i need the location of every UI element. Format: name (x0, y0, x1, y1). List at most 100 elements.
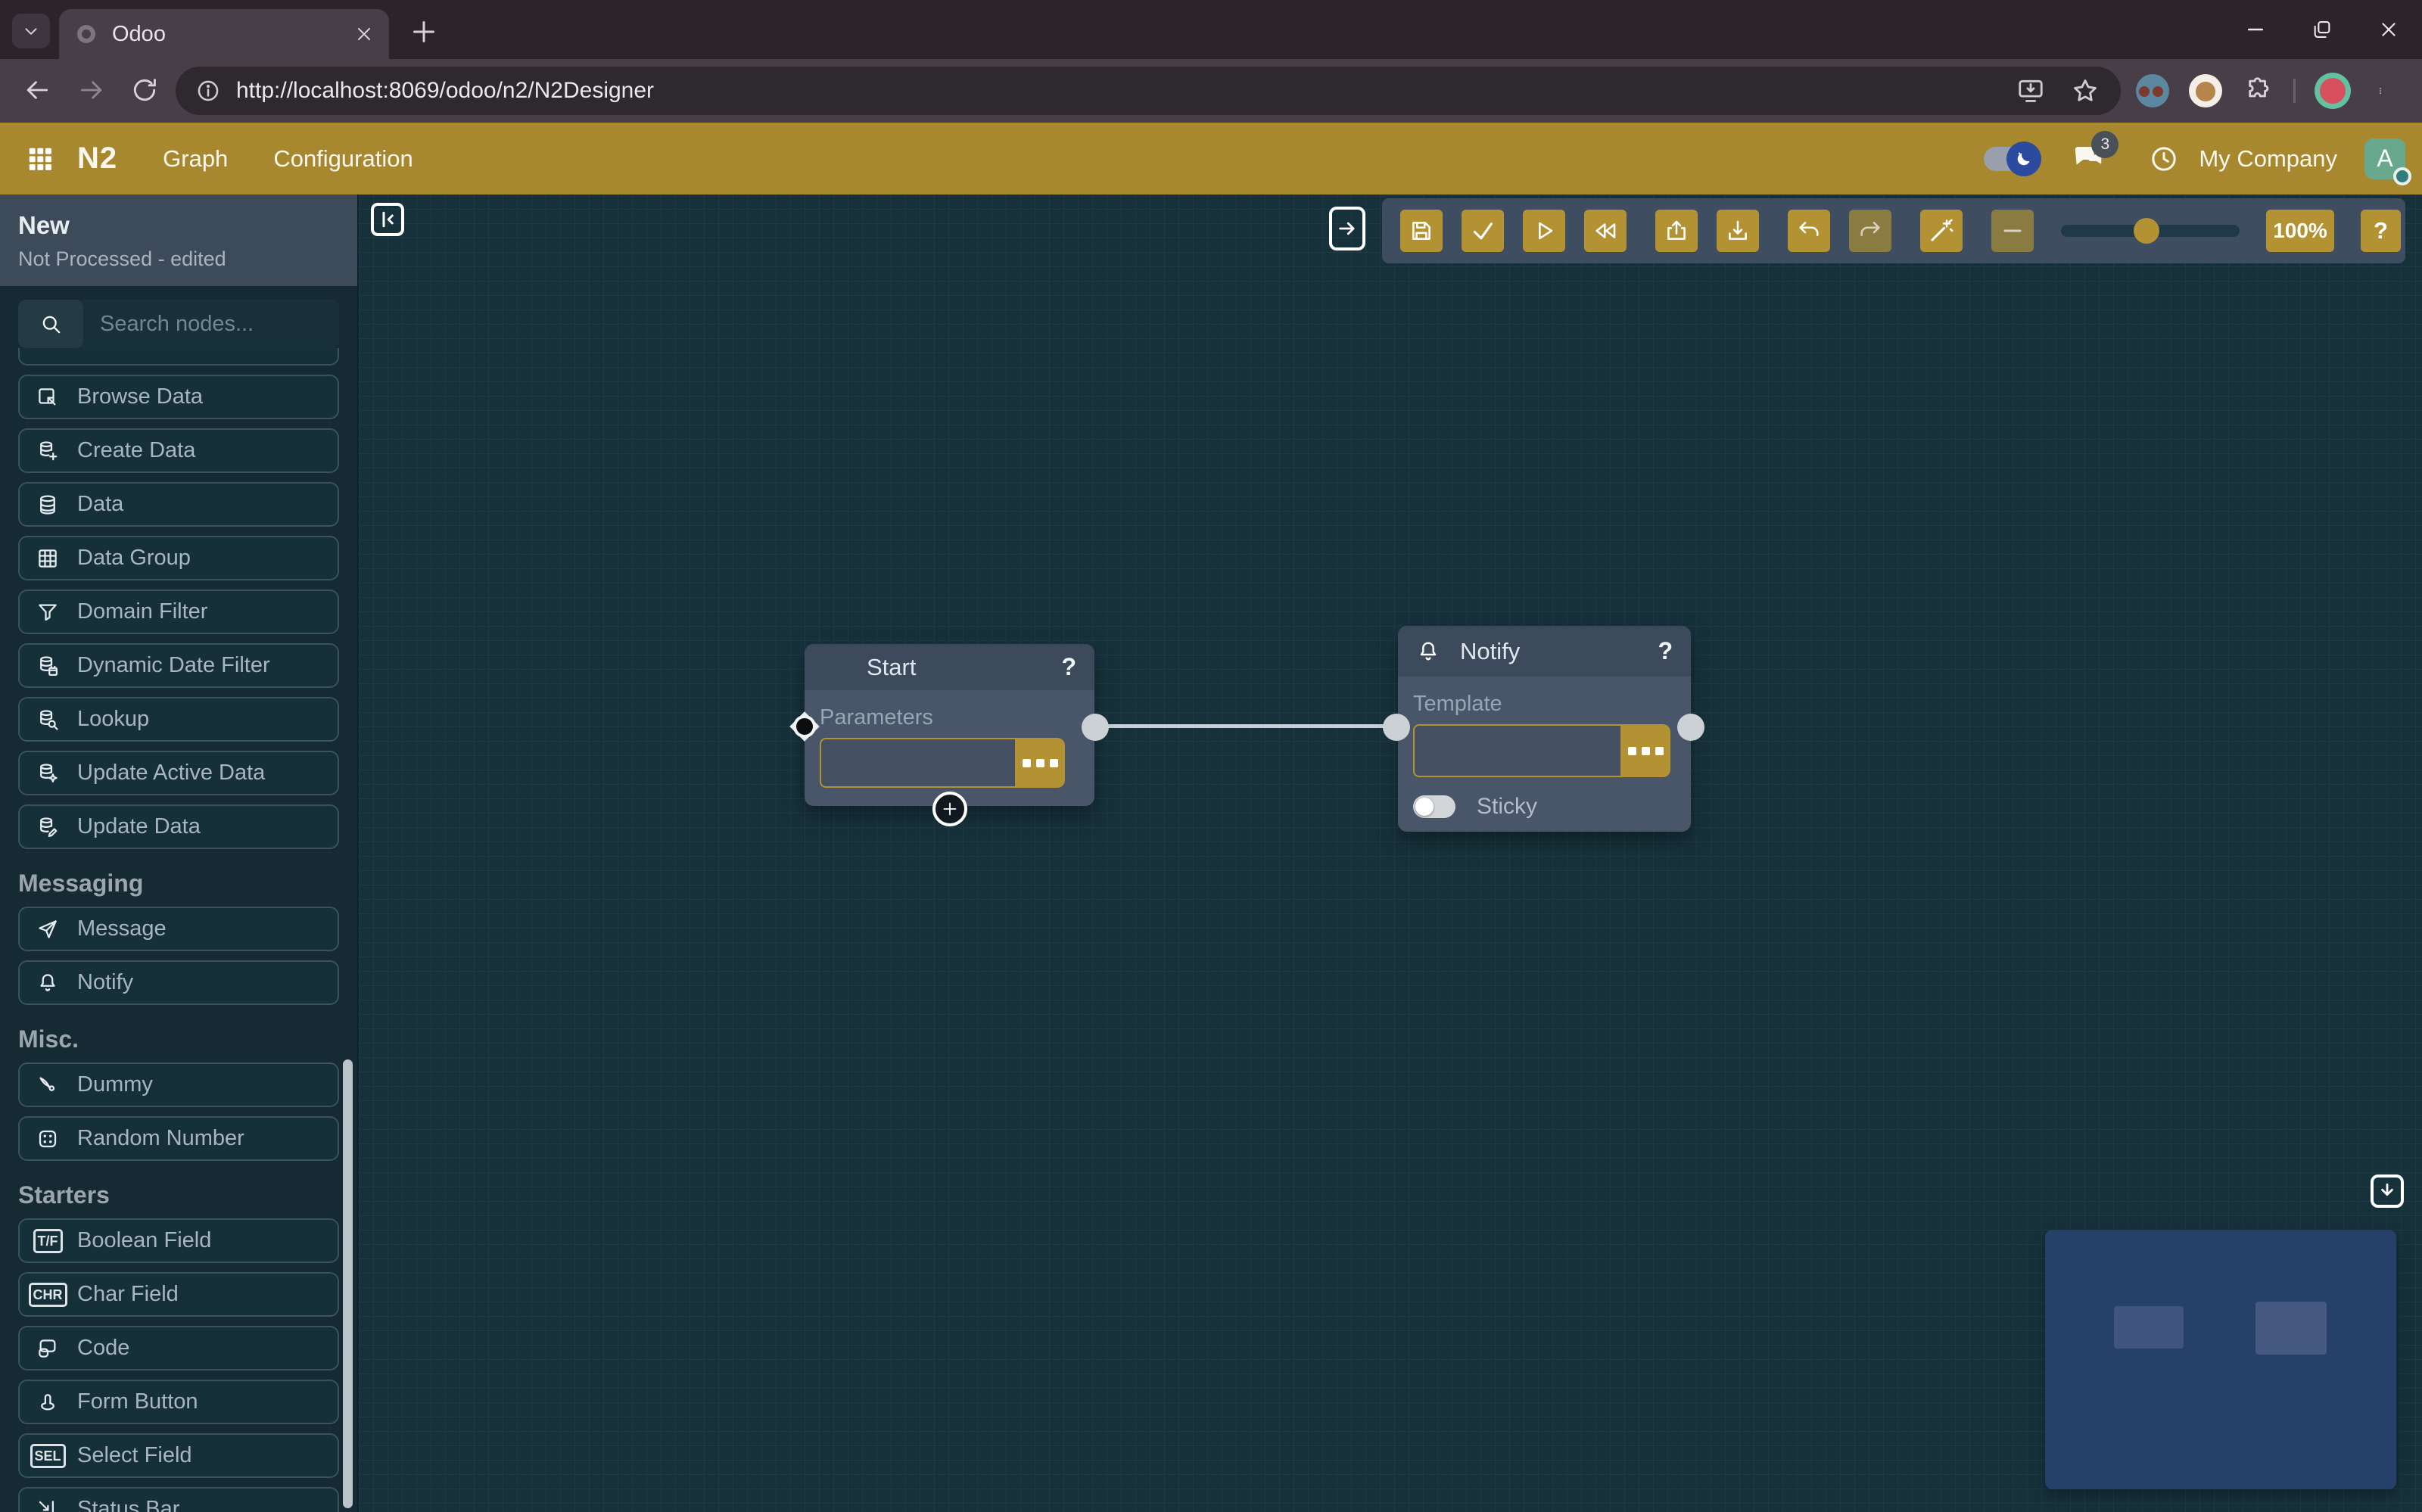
sidebar-item-boolean-field[interactable]: T/FBoolean Field (18, 1218, 339, 1263)
parameters-input[interactable] (820, 738, 1015, 788)
activities-clock-icon[interactable] (2149, 144, 2179, 174)
node-notify-input-port[interactable] (1383, 714, 1410, 741)
toolbar-save-button[interactable] (1400, 210, 1443, 252)
toolbar-redo-button[interactable] (1849, 210, 1891, 252)
app-name[interactable]: N2 (77, 142, 117, 176)
sidebar-item-update-data[interactable]: Update Data (18, 804, 339, 849)
help-button[interactable]: ? (2361, 210, 2401, 252)
sidebar-item-form-button[interactable]: Form Button (18, 1380, 339, 1424)
node-notify[interactable]: Notify ? Template Sticky (1398, 626, 1691, 832)
record-status: Not Processed - edited (18, 247, 339, 271)
sidebar-item-label: Select Field (77, 1443, 192, 1468)
sidebar-item-status-bar[interactable]: Status Bar (18, 1487, 339, 1512)
sidebar-item-dummy[interactable]: Dummy (18, 1062, 339, 1107)
toolbar-auto-layout-button[interactable] (1920, 210, 1963, 252)
dark-mode-toggle[interactable] (1984, 147, 2032, 171)
search-icon (39, 313, 62, 335)
node-start-output-port[interactable] (1082, 714, 1109, 741)
reload-button[interactable] (130, 76, 159, 104)
toolbar-run-button[interactable] (1523, 210, 1565, 252)
install-app-icon[interactable] (2016, 76, 2045, 105)
sidebar-item-domain-filter[interactable]: Domain Filter (18, 590, 339, 634)
window-restore-button[interactable] (2289, 0, 2355, 59)
sidebar-item-create-data[interactable]: Create Data (18, 428, 339, 473)
menu-configuration[interactable]: Configuration (273, 145, 412, 173)
window-close-button[interactable] (2355, 0, 2422, 59)
apps-grid-icon[interactable] (26, 145, 54, 173)
sidebar-item-data[interactable]: Data (18, 482, 339, 527)
toolbar-zoom-out-button[interactable] (1991, 210, 2034, 252)
zoom-slider[interactable] (2061, 225, 2240, 237)
sidebar-item-data-group[interactable]: Data Group (18, 536, 339, 580)
sidebar-item-lookup[interactable]: Lookup (18, 697, 339, 742)
sticky-toggle[interactable] (1413, 795, 1455, 818)
toolbar-undo-button[interactable] (1788, 210, 1830, 252)
zoom-level-button[interactable]: 100% (2266, 210, 2334, 252)
zoom-slider-knob[interactable] (2134, 218, 2159, 244)
extensions-puzzle-icon[interactable] (2243, 76, 2272, 104)
sidebar-item-label: Dynamic Date Filter (77, 653, 270, 678)
toolbar-rewind-button[interactable] (1584, 210, 1627, 252)
sidebar-item-label: Dummy (77, 1072, 153, 1097)
menu-graph[interactable]: Graph (163, 145, 228, 173)
sidebar-item-clipped[interactable] (18, 348, 339, 366)
extension-avatar-1[interactable] (2136, 74, 2169, 107)
node-help-button[interactable]: ? (1658, 637, 1673, 665)
company-name[interactable]: My Company (2199, 145, 2337, 173)
node-start-header[interactable]: Start ? (805, 644, 1094, 690)
toolbar-import-button[interactable] (1717, 210, 1759, 252)
new-tab-button[interactable] (409, 17, 439, 47)
sidebar-item-char-field[interactable]: CHRChar Field (18, 1272, 339, 1317)
parameters-more-button[interactable] (1015, 738, 1065, 788)
sidebar-item-label: Random Number (77, 1126, 244, 1151)
application-window: Odoo http://localhost:8069/odoo/n2/N2Des… (0, 0, 2422, 1512)
open-panel-button[interactable] (1329, 207, 1365, 250)
minimap[interactable] (2045, 1230, 2396, 1489)
browser-tab[interactable]: Odoo (59, 9, 389, 59)
search-input[interactable] (100, 312, 339, 337)
forward-button[interactable] (77, 76, 106, 104)
browser-tab-bar: Odoo (0, 0, 2422, 59)
toolbar-export-button[interactable] (1655, 210, 1698, 252)
tab-search-button[interactable] (12, 14, 50, 48)
node-help-button[interactable]: ? (1061, 653, 1076, 681)
sidebar-scrollbar-thumb[interactable] (343, 1059, 353, 1508)
sidebar-item-notify[interactable]: Notify (18, 960, 339, 1005)
sidebar-item-message[interactable]: Message (18, 907, 339, 951)
browser-menu-button[interactable] (2377, 74, 2384, 107)
template-input[interactable] (1413, 724, 1620, 777)
sidebar-item-update-active-data[interactable]: Update Active Data (18, 751, 339, 795)
connection-edge[interactable] (1095, 724, 1398, 728)
sidebar-item-select-field[interactable]: SELSelect Field (18, 1433, 339, 1478)
restore-icon (2311, 19, 2333, 40)
site-info-icon[interactable] (195, 78, 221, 104)
create-data-icon (35, 440, 61, 462)
node-start-input-port[interactable] (792, 714, 817, 739)
address-bar[interactable]: http://localhost:8069/odoo/n2/N2Designer (176, 67, 2121, 115)
extension-avatar-2[interactable] (2189, 74, 2222, 107)
sidebar-item-label: Data (77, 492, 123, 517)
add-node-button[interactable] (932, 792, 967, 826)
sidebar-item-browse-data[interactable]: Browse Data (18, 375, 339, 419)
sidebar-item-label: Create Data (77, 438, 195, 463)
sidebar-section-label-starters: Starters (18, 1181, 339, 1209)
sidebar-item-random-number[interactable]: Random Number (18, 1116, 339, 1161)
sidebar-item-dynamic-date-filter[interactable]: Dynamic Date Filter (18, 643, 339, 688)
toolbar-validate-button[interactable] (1462, 210, 1504, 252)
play-icon (1531, 218, 1557, 244)
window-minimize-button[interactable] (2222, 0, 2289, 59)
back-button[interactable] (23, 76, 51, 104)
user-avatar[interactable]: A (2364, 138, 2405, 179)
sidebar-item-code[interactable]: Code (18, 1326, 339, 1370)
node-notify-header[interactable]: Notify ? (1398, 626, 1691, 677)
bookmark-star-icon[interactable] (2071, 76, 2100, 105)
node-notify-output-port[interactable] (1677, 714, 1704, 741)
database-icon (35, 493, 61, 516)
collapse-sidebar-button[interactable] (371, 203, 404, 236)
node-start[interactable]: Start ? Parameters (805, 644, 1094, 806)
tab-close-icon[interactable] (354, 24, 374, 44)
download-view-button[interactable] (2371, 1174, 2404, 1208)
browser-profile-avatar[interactable] (2315, 73, 2351, 109)
messages-button[interactable]: 3 (2070, 142, 2106, 176)
template-more-button[interactable] (1620, 724, 1670, 777)
